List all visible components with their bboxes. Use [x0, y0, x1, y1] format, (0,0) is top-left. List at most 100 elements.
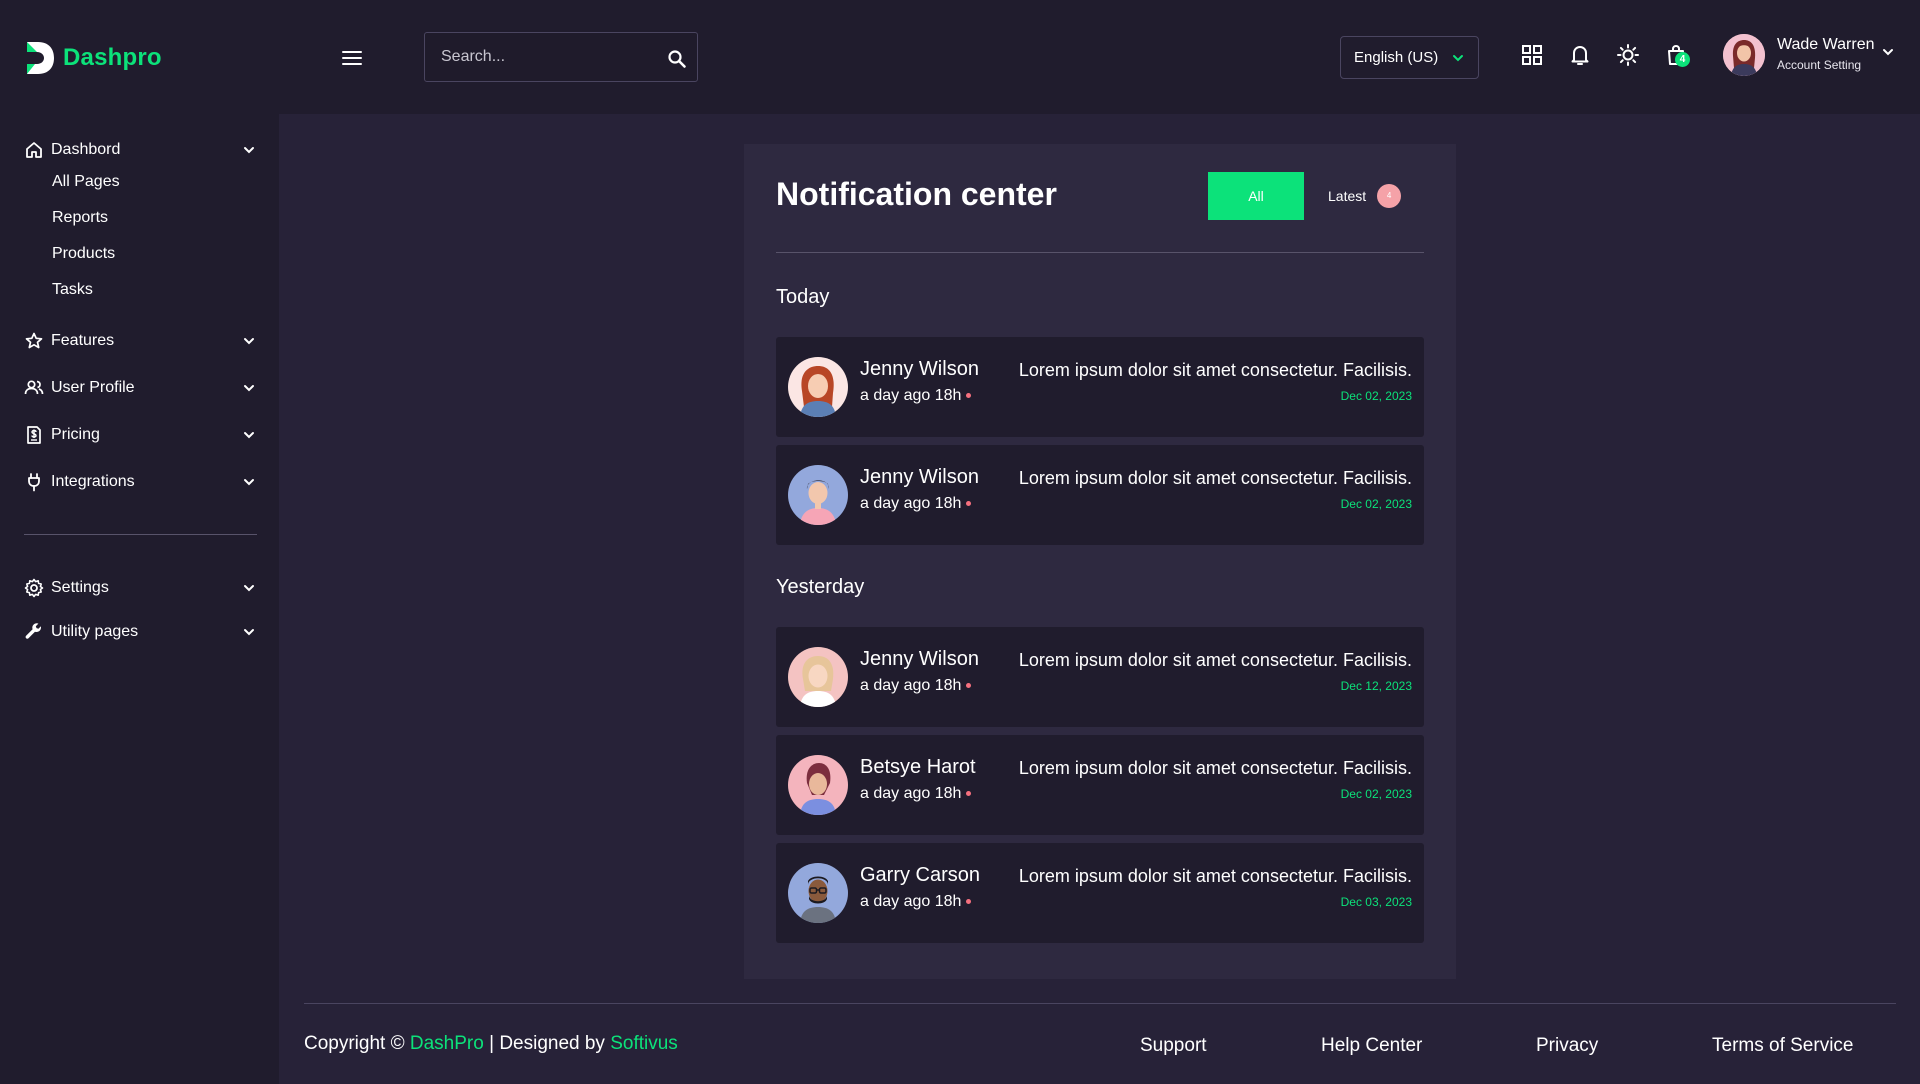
sidebar-item-dashboard[interactable]: Dashbord	[24, 137, 256, 163]
unread-dot	[966, 393, 972, 399]
sidebar-item-integrations[interactable]: Integrations	[24, 469, 256, 495]
sidebar-item-settings[interactable]: Settings	[24, 575, 256, 601]
top-header: Dashpro English (US) 4	[0, 0, 1920, 114]
user-menu[interactable]: Wade Warren Account Setting	[1723, 34, 1895, 76]
notification-time: a day ago 18h	[860, 785, 972, 803]
notification-item[interactable]: Jenny Wilson Lorem ipsum dolor sit amet …	[776, 337, 1424, 437]
sidebar-subitem-all-pages[interactable]: All Pages	[52, 173, 120, 191]
sidebar-subitem-products[interactable]: Products	[52, 245, 115, 263]
group-label-yesterday: Yesterday	[776, 576, 865, 598]
notification-message: Lorem ipsum dolor sit amet consectetur. …	[1018, 866, 1412, 886]
notification-time: a day ago 18h	[860, 677, 972, 695]
sidebar: Dashbord All Pages Reports Products Task…	[0, 114, 279, 1084]
star-icon	[24, 331, 44, 351]
notification-date: Dec 02, 2023	[1340, 497, 1412, 511]
gear-icon	[24, 578, 44, 598]
sidebar-item-label: Pricing	[51, 426, 100, 443]
account-setting-label: Account Setting	[1777, 58, 1862, 72]
filter-all-button[interactable]: All	[1208, 172, 1304, 220]
latest-count-badge: 4	[1377, 184, 1402, 208]
search-input[interactable]	[425, 33, 697, 81]
sidebar-item-pricing[interactable]: Pricing	[24, 422, 256, 448]
chevron-down-icon	[242, 625, 256, 639]
user-avatar	[1723, 34, 1765, 76]
unread-dot	[966, 501, 972, 507]
footer-link-help-center[interactable]: Help Center	[1321, 1035, 1422, 1057]
notification-time: a day ago 18h	[860, 387, 972, 405]
chevron-down-icon	[242, 143, 256, 157]
chevron-down-icon	[242, 428, 256, 442]
notification-sender: Jenny Wilson	[860, 358, 979, 380]
sidebar-subitem-tasks[interactable]: Tasks	[52, 281, 93, 299]
footer-link-privacy[interactable]: Privacy	[1536, 1035, 1598, 1057]
apps-grid-icon[interactable]	[1519, 42, 1545, 68]
footer-link-support[interactable]: Support	[1140, 1035, 1207, 1057]
search-icon[interactable]	[667, 49, 687, 69]
sidebar-item-label: User Profile	[51, 379, 135, 396]
notification-sender: Betsye Harot	[860, 756, 976, 778]
cart-count-badge: 4	[1675, 52, 1690, 67]
chevron-down-icon	[1451, 51, 1465, 65]
notification-message: Lorem ipsum dolor sit amet consectetur. …	[1018, 758, 1412, 778]
unread-dot	[966, 791, 972, 797]
sidebar-item-features[interactable]: Features	[24, 328, 256, 354]
filter-latest-label: Latest	[1328, 188, 1367, 204]
menu-toggle-icon[interactable]	[340, 46, 364, 70]
chevron-down-icon	[242, 381, 256, 395]
notification-message: Lorem ipsum dolor sit amet consectetur. …	[1018, 650, 1412, 670]
sidebar-divider	[24, 534, 257, 535]
notification-date: Dec 03, 2023	[1340, 895, 1412, 909]
search-box	[424, 32, 698, 82]
chevron-down-icon	[1881, 45, 1895, 59]
avatar	[788, 755, 848, 815]
chevron-down-icon	[242, 581, 256, 595]
filter-latest-button[interactable]: Latest 4	[1328, 172, 1428, 220]
language-label: English (US)	[1354, 49, 1439, 66]
notification-sender: Garry Carson	[860, 864, 981, 886]
notification-item[interactable]: Jenny Wilson Lorem ipsum dolor sit amet …	[776, 445, 1424, 545]
language-select[interactable]: English (US)	[1340, 36, 1479, 79]
copyright-text: Copyright © DashPro | Designed by Softiv…	[304, 1033, 678, 1054]
avatar	[788, 647, 848, 707]
plug-icon	[24, 472, 44, 492]
brand-link[interactable]: DashPro	[410, 1033, 484, 1054]
avatar	[788, 863, 848, 923]
sidebar-item-user-profile[interactable]: User Profile	[24, 375, 256, 401]
sun-icon[interactable]	[1615, 42, 1641, 68]
logo-mark-icon	[24, 40, 56, 76]
notification-item[interactable]: Betsye Harot Lorem ipsum dolor sit amet …	[776, 735, 1424, 835]
notification-date: Dec 02, 2023	[1340, 389, 1412, 403]
footer-divider	[304, 1003, 1896, 1004]
notification-time: a day ago 18h	[860, 495, 972, 513]
avatar	[788, 357, 848, 417]
designer-link[interactable]: Softivus	[610, 1033, 678, 1054]
unread-dot	[966, 899, 972, 905]
notification-item[interactable]: Garry Carson Lorem ipsum dolor sit amet …	[776, 843, 1424, 943]
notification-sender: Jenny Wilson	[860, 648, 979, 670]
sidebar-item-label: Utility pages	[51, 623, 139, 640]
sidebar-subitem-reports[interactable]: Reports	[52, 209, 108, 227]
avatar	[788, 465, 848, 525]
sidebar-item-label: Settings	[51, 579, 109, 596]
notification-center-card: Notification center All Latest 4 Today J…	[744, 144, 1456, 979]
unread-dot	[966, 683, 972, 689]
card-divider	[776, 252, 1424, 253]
logo[interactable]: Dashpro	[24, 40, 162, 76]
notification-message: Lorem ipsum dolor sit amet consectetur. …	[1018, 360, 1412, 380]
bell-icon[interactable]	[1567, 42, 1593, 68]
chevron-down-icon	[242, 475, 256, 489]
notification-message: Lorem ipsum dolor sit amet consectetur. …	[1018, 468, 1412, 488]
footer-link-terms[interactable]: Terms of Service	[1712, 1035, 1853, 1057]
sidebar-item-utility-pages[interactable]: Utility pages	[24, 619, 256, 645]
users-icon	[24, 378, 44, 398]
group-label-today: Today	[776, 286, 830, 308]
sidebar-item-label: Integrations	[51, 473, 135, 490]
invoice-icon	[24, 425, 44, 445]
notification-item[interactable]: Jenny Wilson Lorem ipsum dolor sit amet …	[776, 627, 1424, 727]
home-icon	[24, 140, 44, 160]
logo-text: Dashpro	[63, 44, 162, 71]
notification-date: Dec 02, 2023	[1340, 787, 1412, 801]
notification-time: a day ago 18h	[860, 893, 972, 911]
shopping-bag-icon[interactable]: 4	[1663, 42, 1690, 68]
user-name: Wade Warren	[1777, 36, 1875, 53]
